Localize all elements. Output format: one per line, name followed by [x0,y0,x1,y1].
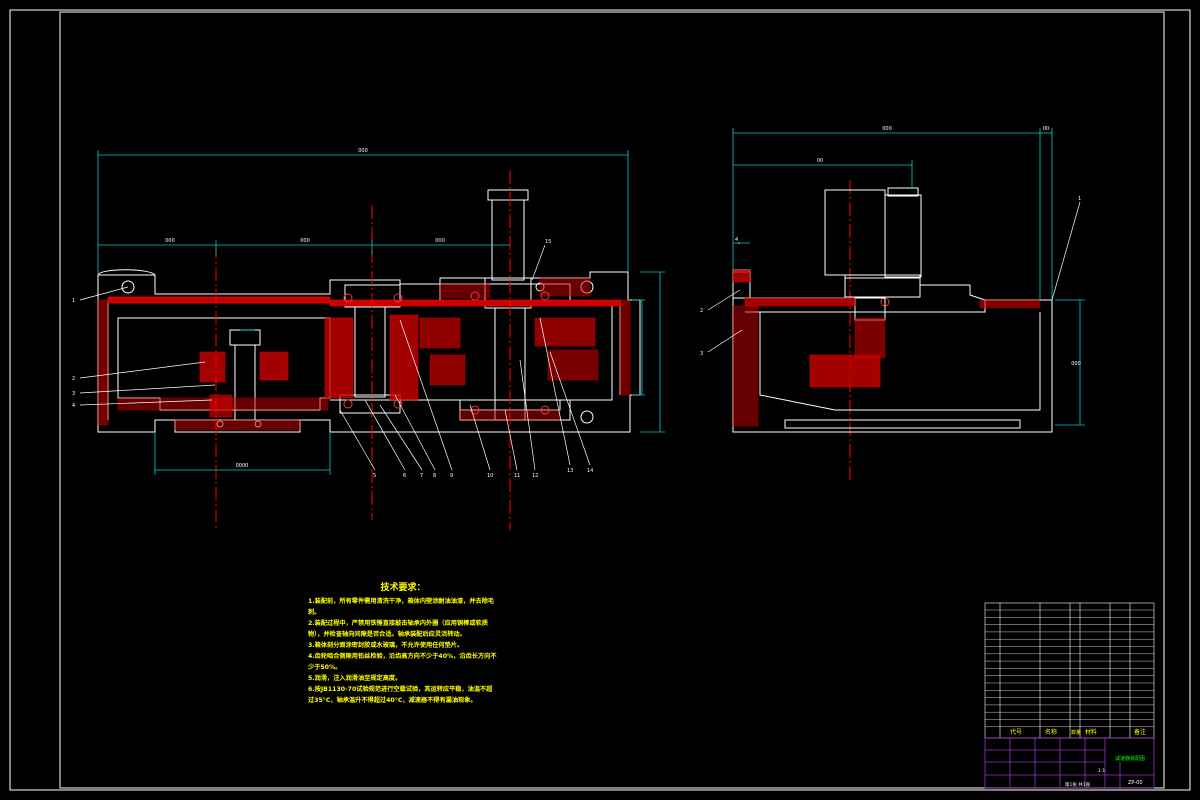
main-label-8: 8 [433,473,436,479]
requirement-item: 3.箱体剖分面涂密封胶或水玻璃，不允许使用任何垫片。 [308,642,464,649]
main-label-15: 15 [545,239,551,245]
main-label-4: 4 [72,403,75,409]
tb-drawing-no: ZP-00 [1128,780,1143,786]
technical-requirements-title: 技术要求： [380,583,426,593]
cad-drawing-canvas: 000 000 000 000 0000 000 00 00 000 代号 名称… [9,9,1191,791]
main-label-2: 2 [72,376,75,382]
technical-requirements: 技术要求： 1.装配前，所有零件需用清洗干净，箱体内壁涂耐油油漆，并去除毛刺。 … [308,583,498,706]
side-overall-dim: 000 [882,126,892,132]
requirement-item: 2.装配过程中，严禁用铁锤直接敲击轴承内外圈（应用铜棒或软质物），并检查轴向间隙… [308,620,488,638]
tb-sheet: 第1张 共1张 [1065,781,1091,788]
requirement-item: 5.润滑，注入润滑油至规定高度。 [308,675,402,682]
main-label-7: 7 [420,473,423,479]
side-sub-dim-2: 00 [1043,126,1049,132]
side-sub-dim-1: 00 [817,158,823,164]
main-label-14: 14 [587,468,593,474]
main-label-1: 1 [72,298,75,304]
main-label-12: 12 [532,473,538,479]
title-block-rows [985,609,1154,727]
bearing-symbols [343,291,890,415]
tb-scale: 1:1 [1098,768,1105,774]
main-sub-dim-2: 000 [300,238,310,244]
tb-header-qty: 数量 [1071,729,1081,736]
main-bottom-dim: 0000 [236,463,249,469]
main-label-9: 9 [450,473,453,479]
main-overall-dim: 000 [358,148,368,154]
side-label-3: 3 [700,351,703,357]
title-block [984,602,1155,739]
tb-header-name: 名称 [1045,728,1057,736]
side-label-4: 4 [735,237,738,243]
section-hatching [97,277,631,431]
tb-header-remark: 备注 [1134,728,1146,736]
tb-header-material: 材料 [1085,728,1097,736]
main-label-6: 6 [403,473,406,479]
side-label-2: 2 [700,308,703,314]
requirement-item: 1.装配前，所有零件需用清洗干净，箱体内壁涂耐油油漆，并去除毛刺。 [308,598,495,616]
requirement-item: 4.齿轮啮合侧隙用铅丝检验，沿齿高方向不少于40%，沿齿长方向不少于50%。 [308,653,497,671]
main-label-3: 3 [72,391,75,397]
main-sub-dim-3: 000 [435,238,445,244]
main-label-10: 10 [487,473,493,479]
tb-drawing-name: 减速器装配图 [1115,755,1145,762]
side-height-dim: 000 [1071,361,1081,367]
requirement-item: 6.按JB1130-70试验规范进行空载试验，其运转应平稳，油温不超过35°C，… [308,686,493,704]
main-label-5: 5 [373,473,376,479]
side-hatching [732,269,1041,427]
main-label-13: 13 [567,468,573,474]
main-label-11: 11 [514,473,520,479]
main-sub-dim-1: 000 [165,238,175,244]
main-section-view [97,189,641,433]
side-label-1: 1 [1078,196,1081,202]
tb-header-code: 代号 [1010,728,1022,736]
side-view [732,187,1053,433]
